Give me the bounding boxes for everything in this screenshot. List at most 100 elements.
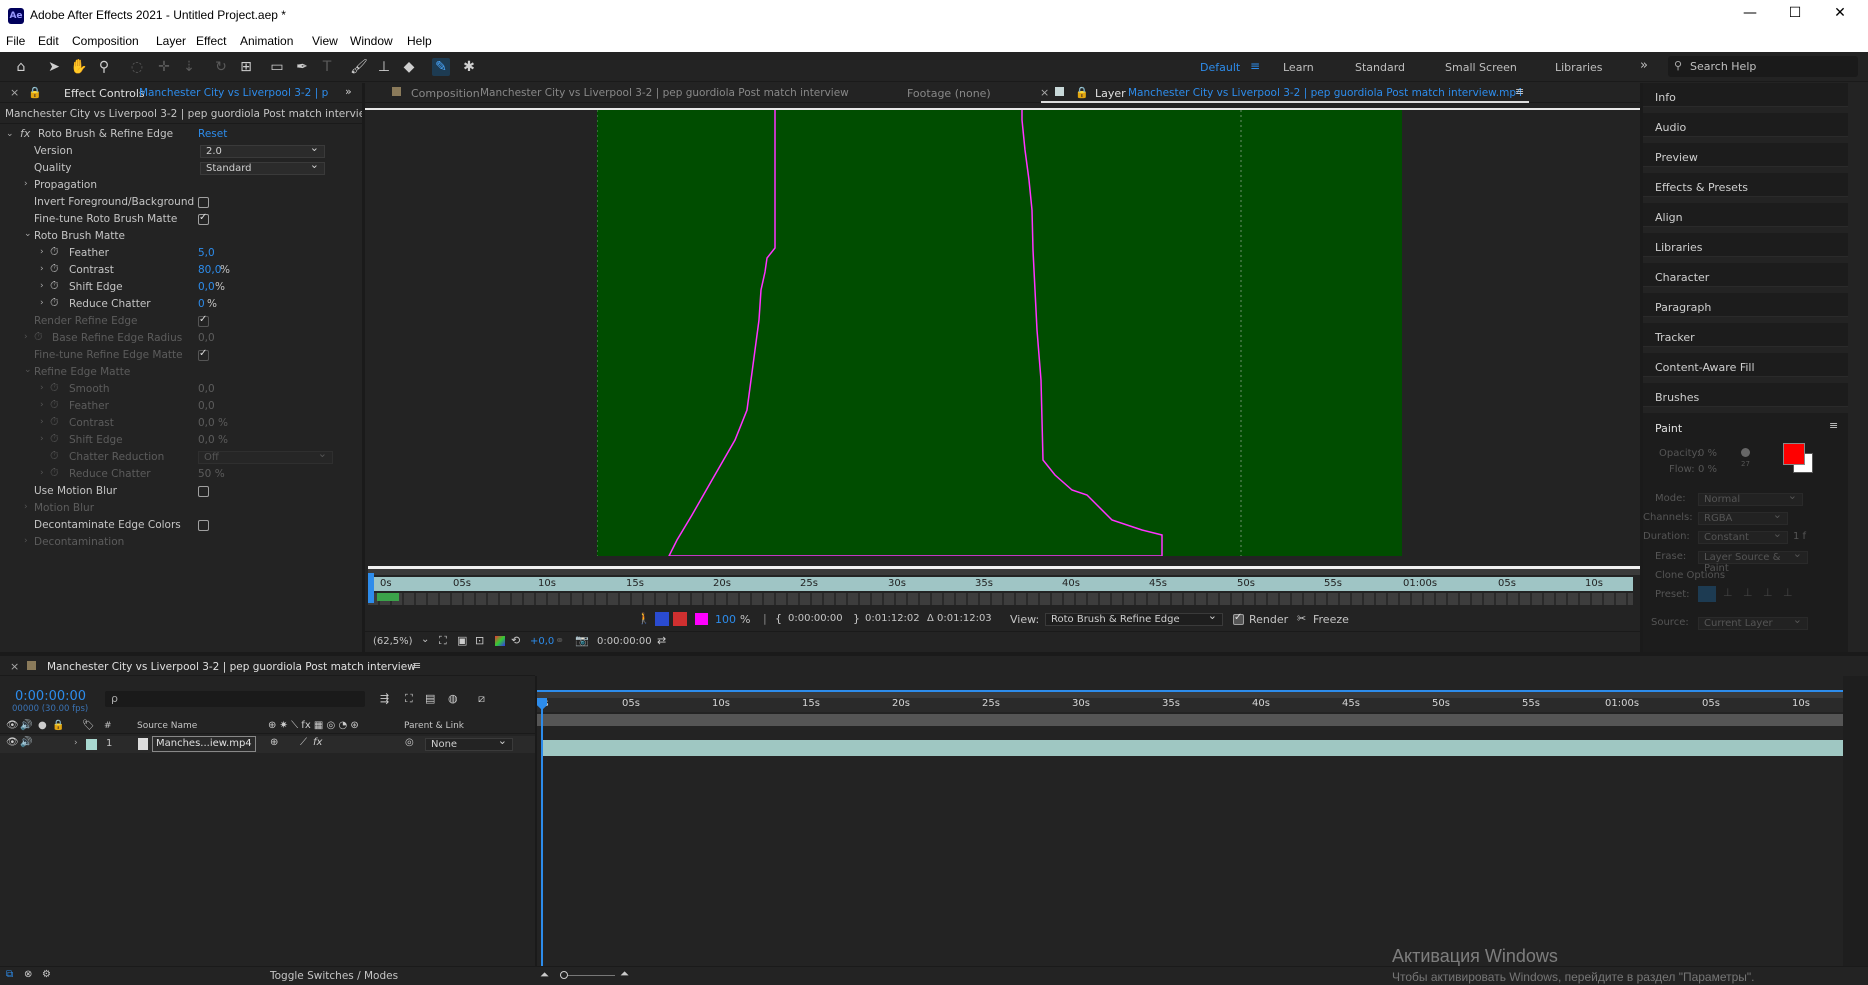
parent-dropdown[interactable]: None — [425, 735, 513, 751]
menu-effect[interactable]: Effect — [196, 34, 226, 48]
timeline-tab-name[interactable]: Manchester City vs Liverpool 3-2 | pep g… — [47, 661, 416, 673]
close-tab-icon[interactable]: × — [10, 86, 19, 99]
feather-value[interactable]: 5,0 — [198, 247, 215, 261]
freeze-button[interactable]: Freeze — [1313, 613, 1349, 626]
composition-mini-flowchart-icon[interactable]: ⇶ — [380, 692, 389, 705]
overlay-opacity-value[interactable]: 100 — [715, 613, 736, 626]
draft-3d-icon[interactable]: ⛶ — [405, 692, 413, 706]
close-tab-icon[interactable]: × — [10, 660, 19, 673]
timeline-playhead[interactable] — [541, 698, 543, 966]
brushes-panel[interactable]: Brushes — [1643, 383, 1848, 407]
expand-arrow-icon[interactable]: › — [40, 264, 44, 274]
grid-icon[interactable]: ⊡ — [475, 634, 484, 647]
maximize-button[interactable]: ☐ — [1780, 5, 1810, 27]
zoom-dropdown[interactable]: (62,5%) — [373, 636, 413, 647]
out-point-icon[interactable]: } — [853, 612, 860, 625]
collapse-switch-icon[interactable]: ⊕ — [270, 737, 278, 748]
zoom-tool-icon[interactable]: ⚲ — [95, 58, 113, 76]
search-help-field[interactable]: ⚲ Search Help — [1668, 56, 1858, 77]
tracker-panel[interactable]: Tracker — [1643, 323, 1848, 347]
workspace-small-screen[interactable]: Small Screen — [1445, 61, 1517, 74]
expand-arrow-icon[interactable]: › — [40, 298, 44, 308]
expand-arrow-icon[interactable]: › — [40, 281, 44, 291]
freeze-icon[interactable]: ✂ — [1297, 612, 1306, 625]
roto-brush-tool-icon[interactable]: ✎ — [432, 58, 450, 76]
lock-column-icon[interactable]: 🔒 — [52, 720, 64, 731]
lock-icon[interactable]: 🔒 — [1075, 86, 1089, 99]
home-icon[interactable]: ⌂ — [12, 58, 30, 76]
effects-switch-icon[interactable]: fx — [313, 737, 322, 748]
view-dropdown[interactable]: Roto Brush & Refine Edge — [1045, 610, 1223, 626]
rotate-tool-icon[interactable]: ↻ — [212, 58, 230, 76]
timeline-zoom-handle[interactable] — [560, 971, 568, 979]
fit-view-icon[interactable]: ⛶ — [439, 634, 447, 648]
quality-dropdown[interactable]: Standard — [200, 159, 325, 175]
layer-label-color[interactable] — [86, 739, 97, 750]
stopwatch-icon[interactable]: ⏱ — [50, 296, 59, 310]
in-point-time[interactable]: 0:00:00:00 — [788, 613, 843, 624]
timeline-graph[interactable]: 0s 05s 10s 15s 20s 25s 30s 35s 40s 45s 5… — [537, 676, 1868, 966]
type-tool-icon[interactable]: T — [318, 58, 336, 76]
stopwatch-icon[interactable]: ⏱ — [50, 245, 59, 259]
lock-icon[interactable]: 🔒 — [28, 86, 42, 99]
in-point-icon[interactable]: { — [775, 612, 782, 625]
timeline-zoom-slider[interactable] — [560, 975, 615, 976]
snapshot-icon[interactable]: 📷 — [575, 634, 589, 647]
anchor-point-tool-icon[interactable]: ⊞ — [237, 58, 255, 76]
zoom-out-icon[interactable]: ⏶ — [540, 968, 549, 982]
pen-tool-icon[interactable]: ✒ — [293, 58, 311, 76]
contrast-value[interactable]: 80,0 — [198, 264, 221, 278]
brush-tool-icon[interactable]: 🖌 — [350, 58, 368, 76]
workspace-menu-icon[interactable]: ≡ — [1250, 59, 1260, 73]
alpha-icon[interactable] — [655, 612, 669, 626]
menu-window[interactable]: Window — [350, 34, 393, 48]
timeline-ruler[interactable]: 0s 05s 10s 15s 20s 25s 30s 35s 40s 45s 5… — [537, 698, 1843, 712]
panel-overflow-icon[interactable]: » — [345, 85, 352, 98]
audio-panel[interactable]: Audio — [1643, 113, 1848, 137]
zoom-in-icon[interactable]: ⏶ — [620, 967, 629, 981]
footage-tab[interactable]: Footage (none) — [907, 87, 991, 100]
effect-controls-tab-layer-link[interactable]: Manchester City vs Liverpool 3-2 | p — [139, 87, 328, 99]
work-area-bar[interactable] — [537, 690, 1843, 698]
render-time-icon[interactable]: ⧉ — [6, 969, 13, 980]
label-column-icon[interactable]: 🏷 — [82, 720, 95, 731]
menu-view[interactable]: View — [312, 34, 338, 48]
effects-presets-panel[interactable]: Effects & Presets — [1643, 173, 1848, 197]
layer-duration-bar[interactable] — [541, 740, 1843, 756]
exposure-value[interactable]: +0,0 — [530, 636, 554, 647]
menu-file[interactable]: File — [6, 34, 25, 48]
composition-tab-label[interactable]: Composition — [411, 87, 480, 100]
close-button[interactable]: ✕ — [1825, 5, 1855, 27]
menu-layer[interactable]: Layer — [156, 34, 186, 48]
composition-tab-name[interactable]: Manchester City vs Liverpool 3-2 | pep g… — [480, 87, 849, 99]
info-panel[interactable]: Info — [1643, 83, 1848, 107]
layer-row[interactable]: 👁 🔊 › 1 Manches...iew.mp4 ⊕ ⟋ fx ◎ None — [0, 735, 535, 753]
workspace-overflow-icon[interactable]: » — [1640, 58, 1648, 73]
current-time[interactable]: 0:00:00:00 — [597, 636, 652, 647]
expand-arrow-icon[interactable]: › — [40, 247, 44, 257]
timeline-scrollbar[interactable] — [1843, 676, 1868, 966]
source-name-header[interactable]: Source Name — [137, 721, 197, 731]
stopwatch-icon[interactable]: ⏱ — [50, 262, 59, 276]
workspace-standard[interactable]: Standard — [1355, 61, 1405, 74]
invert-fg-bg-checkbox[interactable] — [198, 197, 209, 208]
stopwatch-icon[interactable]: ⏱ — [50, 279, 59, 293]
expand-switches-icon[interactable]: ⊗ — [24, 969, 32, 980]
workspace-default[interactable]: Default — [1200, 61, 1240, 74]
sync-icon[interactable]: ⇄ — [657, 634, 666, 647]
timeline-current-time[interactable]: 0:00:00:00 — [15, 689, 86, 704]
content-aware-fill-panel[interactable]: Content-Aware Fill — [1643, 353, 1848, 377]
toggle-switches-modes[interactable]: Toggle Switches / Modes — [270, 970, 398, 982]
render-checkbox[interactable] — [1233, 612, 1244, 625]
expand-arrow-icon[interactable]: › — [24, 179, 28, 189]
quality-switch-icon[interactable]: ⟋ — [300, 737, 307, 748]
preview-panel[interactable]: Preview — [1643, 143, 1848, 167]
graph-editor-icon[interactable]: ⧄ — [478, 692, 485, 706]
decontaminate-checkbox[interactable] — [198, 520, 209, 531]
selection-tool-icon[interactable]: ➤ — [45, 58, 63, 76]
viewer-playhead[interactable] — [368, 573, 374, 603]
version-dropdown[interactable]: 2.0 — [200, 142, 325, 158]
fine-tune-roto-checkbox[interactable] — [198, 212, 209, 225]
layer-source-name[interactable]: Manches...iew.mp4 — [152, 736, 256, 752]
orbit-camera-icon[interactable]: ◌ — [128, 58, 146, 76]
